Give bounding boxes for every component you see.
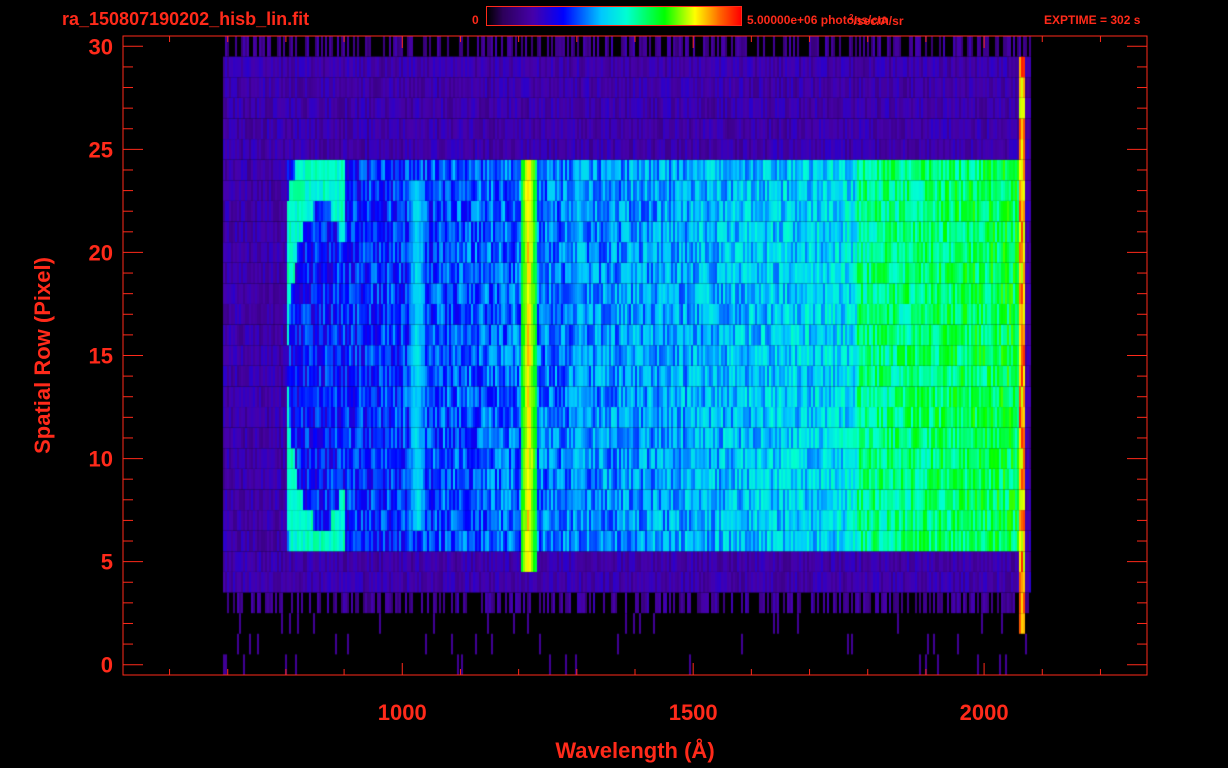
y-tick-label: 0 [101, 653, 113, 678]
heatmap-image [123, 36, 1147, 675]
y-axis-label: Spatial Row (Pixel) [30, 257, 55, 454]
x-tick-label: 1500 [669, 700, 718, 725]
y-tick-label: 20 [89, 240, 113, 265]
x-tick-label: 1000 [378, 700, 427, 725]
y-tick-label: 15 [89, 344, 113, 369]
y-tick-label: 5 [101, 550, 113, 575]
y-tick-label: 30 [89, 34, 113, 59]
x-axis-label: Wavelength (Å) [555, 737, 714, 763]
y-tick-label: 10 [89, 447, 113, 472]
x-tick-label: 2000 [960, 700, 1009, 725]
plot-area: 1000 1500 2000051015202530 Wavelength (Å) … [30, 34, 1148, 763]
spectrum-figure: ra_150807190202_hisb_lin.fit 0 5.00000e+… [0, 0, 1228, 768]
y-tick-label: 25 [89, 137, 113, 162]
